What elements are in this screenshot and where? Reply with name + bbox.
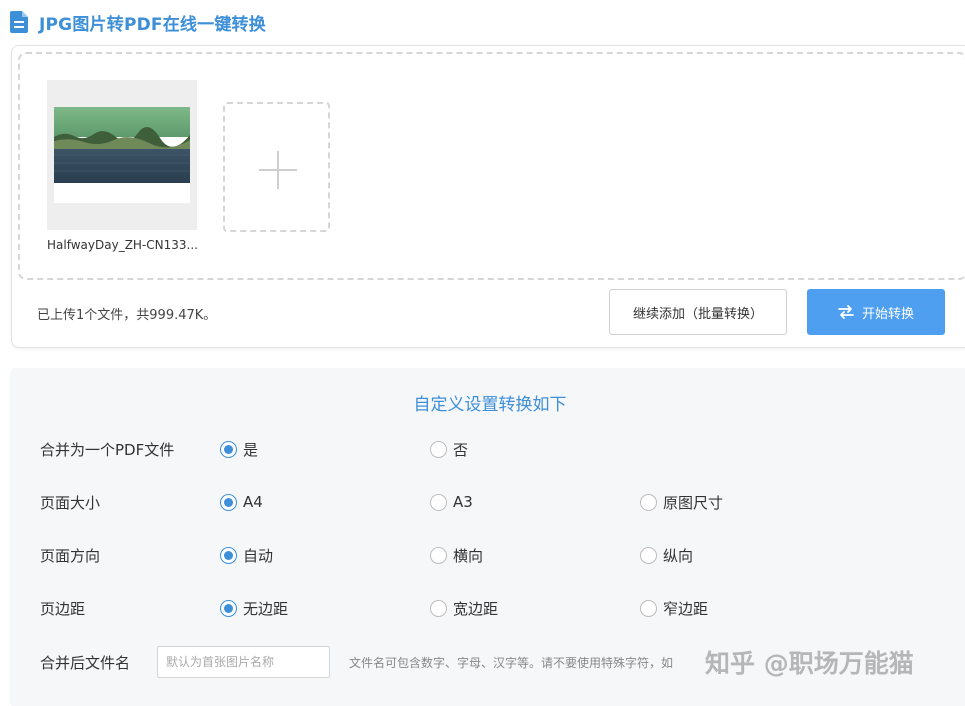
setting-label: 页边距 (40, 599, 86, 618)
option-label: 窄边距 (663, 599, 709, 618)
filename-hint: 文件名可包含数字、字母、汉字等。请不要使用特殊字符，如 (349, 656, 674, 670)
start-convert-button[interactable]: 开始转换 (807, 289, 945, 335)
watermark: 知乎 @职场万能猫 (705, 649, 914, 678)
upload-status: 已上传1个文件，共999.47K。 (37, 308, 217, 323)
radio-button[interactable] (430, 493, 447, 511)
option-label: 自动 (243, 546, 274, 565)
swap-arrows-icon (838, 305, 854, 319)
setting-label: 页面大小 (40, 493, 101, 512)
radio-button[interactable] (640, 599, 657, 617)
radio-button[interactable] (640, 493, 657, 511)
start-convert-label: 开始转换 (861, 306, 914, 322)
option-label: 纵向 (663, 546, 694, 565)
radio-size-a3[interactable]: A3 (430, 493, 473, 511)
file-thumbnail[interactable] (47, 80, 197, 230)
upload-panel: HalfwayDay_ZH-CN133... 已上传1个文件，共999.47K。… (11, 45, 965, 348)
radio-size-a4[interactable]: A4 (220, 493, 263, 511)
filename-input[interactable] (157, 646, 330, 678)
radio-orient-auto[interactable]: 自动 (220, 545, 273, 566)
file-name: HalfwayDay_ZH-CN133... (47, 238, 198, 252)
option-label: 无边距 (243, 599, 289, 618)
radio-merge-yes[interactable]: 是 (220, 439, 258, 460)
radio-margin-none[interactable]: 无边距 (220, 598, 288, 619)
radio-orient-landscape[interactable]: 横向 (430, 545, 483, 566)
option-label: 否 (453, 440, 469, 459)
radio-button[interactable] (220, 493, 237, 511)
setting-label: 合并为一个PDF文件 (40, 440, 175, 459)
continue-add-button[interactable]: 继续添加（批量转换） (609, 289, 787, 335)
option-label: A3 (453, 493, 473, 511)
option-label: 横向 (453, 546, 484, 565)
add-file-button[interactable] (223, 102, 330, 232)
radio-button[interactable] (640, 546, 657, 564)
option-label: 宽边距 (453, 599, 499, 618)
radio-orient-portrait[interactable]: 纵向 (640, 545, 693, 566)
settings-panel: 自定义设置转换如下 合并为一个PDF文件 是 否 页面大小 A4 A3 原图尺寸… (10, 368, 965, 706)
radio-button[interactable] (220, 546, 237, 564)
filename-label: 合并后文件名 (40, 654, 131, 672)
radio-margin-narrow[interactable]: 窄边距 (640, 598, 708, 619)
radio-merge-no[interactable]: 否 (430, 439, 468, 460)
radio-button[interactable] (220, 599, 237, 617)
radio-button[interactable] (220, 440, 237, 458)
option-label: 原图尺寸 (663, 493, 724, 512)
radio-margin-wide[interactable]: 宽边距 (430, 598, 498, 619)
option-label: A4 (243, 493, 263, 511)
radio-button[interactable] (430, 546, 447, 564)
drop-zone[interactable]: HalfwayDay_ZH-CN133... (18, 52, 965, 280)
setting-label: 页面方向 (40, 546, 101, 565)
thumbnail-image (54, 107, 190, 203)
settings-title: 自定义设置转换如下 (413, 395, 567, 415)
option-label: 是 (243, 440, 259, 459)
document-icon (10, 11, 28, 33)
radio-button[interactable] (430, 440, 447, 458)
page-header: JPG图片转PDF在线一键转换 (10, 8, 266, 36)
radio-button[interactable] (430, 599, 447, 617)
page-title: JPG图片转PDF在线一键转换 (39, 14, 266, 35)
radio-size-original[interactable]: 原图尺寸 (640, 492, 723, 513)
